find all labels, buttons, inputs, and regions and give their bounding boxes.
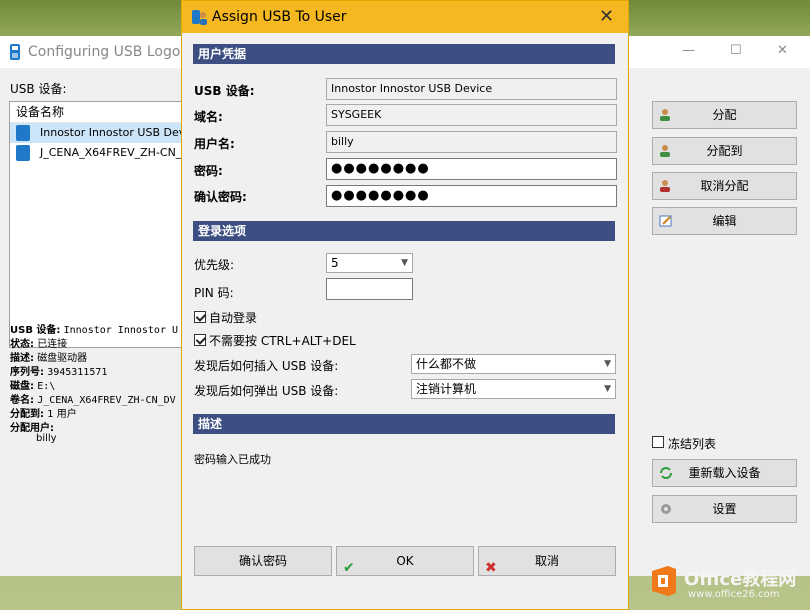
on-eject-select[interactable]: 注销计算机 ▼ [411, 379, 616, 399]
priority-select[interactable]: 5 ▼ [326, 253, 413, 273]
user-add-icon [660, 109, 670, 121]
refresh-icon [660, 467, 672, 479]
usb-device-icon [16, 145, 30, 161]
confirm-password-label: 确认密码: [194, 190, 247, 204]
assign-to-button[interactable]: 分配到 [652, 137, 797, 165]
usb-app-icon [10, 44, 20, 60]
username-label: 用户名: [194, 137, 235, 151]
watermark-url: www.office26.com [688, 589, 780, 600]
gear-icon [661, 504, 671, 514]
close-icon[interactable]: ✕ [777, 43, 788, 58]
chevron-down-icon: ▼ [604, 384, 611, 394]
description-text: 密码输入已成功 [194, 453, 271, 466]
device-row-innostor[interactable]: Innostor Innostor USB Device [10, 123, 185, 143]
priority-label: 优先级: [194, 258, 235, 272]
info-row: 分配到: 1 用户 [10, 409, 77, 420]
unassign-button[interactable]: 取消分配 [652, 172, 797, 200]
domain-field[interactable]: SYSGEEK [326, 104, 617, 126]
edit-button[interactable]: 编辑 [652, 207, 797, 235]
edit-icon [659, 215, 672, 227]
no-ctrl-alt-del-label: 不需要按 CTRL+ALT+DEL [209, 334, 356, 348]
description-section-header: 描述 [193, 414, 615, 434]
cancel-button[interactable]: ✖ 取消 [478, 546, 616, 576]
ok-button[interactable]: ✔ OK [336, 546, 474, 576]
on-eject-label: 发现后如何弹出 USB 设备: [194, 384, 339, 398]
info-row: 分配用户: [10, 423, 54, 434]
confirm-password-button[interactable]: 确认密码 [194, 546, 332, 576]
info-row: 状态: 已连接 [10, 339, 68, 350]
confirm-password-input[interactable]: ●●●●●●●● [326, 185, 617, 207]
no-ctrl-alt-del-checkbox[interactable] [194, 334, 206, 346]
freeze-list-checkbox[interactable] [652, 436, 664, 448]
usb-device-label: USB 设备: [194, 84, 255, 98]
device-name: J_CENA_X64FREV_ZH-CN_DV [40, 146, 186, 159]
minimize-icon[interactable]: — [682, 43, 695, 58]
auto-login-label: 自动登录 [209, 311, 258, 325]
dialog-titlebar[interactable]: Assign USB To User ✕ [182, 1, 628, 33]
x-icon: ✖ [485, 560, 497, 576]
login-options-section-header: 登录选项 [193, 221, 615, 241]
info-row: 磁盘: E:\ [10, 381, 56, 392]
bg-window-title: Configuring USB Logon S [28, 44, 203, 60]
list-header-device-name[interactable]: 设备名称 [10, 102, 185, 123]
pin-input[interactable] [326, 278, 413, 300]
password-input[interactable]: ●●●●●●●● [326, 158, 617, 180]
device-row-j-cena[interactable]: J_CENA_X64FREV_ZH-CN_DV [10, 143, 185, 163]
assigned-user-value: billy [36, 433, 57, 444]
dialog-title: Assign USB To User [212, 9, 347, 25]
device-list[interactable]: 设备名称 Innostor Innostor USB Device J_CENA… [9, 101, 186, 348]
check-icon: ✔ [343, 560, 355, 576]
assign-button[interactable]: 分配 [652, 101, 797, 129]
info-row: USB 设备: Innostor Innostor U [10, 325, 179, 336]
user-remove-icon [660, 180, 670, 192]
domain-label: 域名: [194, 110, 223, 124]
auto-login-checkbox[interactable] [194, 311, 206, 323]
credentials-section-header: 用户凭据 [193, 44, 615, 64]
on-insert-label: 发现后如何插入 USB 设备: [194, 359, 339, 373]
usb-device-field[interactable]: Innostor Innostor USB Device [326, 78, 617, 100]
freeze-list-label: 冻结列表 [668, 437, 717, 451]
chevron-down-icon: ▼ [604, 359, 611, 369]
device-name: Innostor Innostor USB Device [40, 126, 186, 139]
password-label: 密码: [194, 164, 223, 178]
user-assign-icon [660, 145, 670, 157]
usb-user-icon [192, 10, 207, 25]
info-row: 序列号: 3945311571 [10, 367, 108, 378]
assign-usb-dialog: Assign USB To User ✕ 用户凭据 USB 设备: Innost… [181, 0, 629, 610]
username-field[interactable]: billy [326, 131, 617, 153]
settings-button[interactable]: 设置 [652, 495, 797, 523]
chevron-down-icon: ▼ [401, 258, 408, 268]
watermark: Office教程网 www.office26.com [648, 565, 808, 605]
pin-label: PIN 码: [194, 286, 234, 300]
office-logo-icon [652, 566, 676, 596]
maximize-icon[interactable]: ☐ [730, 43, 742, 58]
usb-devices-label: USB 设备: [10, 82, 67, 96]
usb-device-icon [16, 125, 30, 141]
info-row: 卷名: J_CENA_X64FREV_ZH-CN_DV [10, 395, 176, 406]
watermark-brand: Office教程网 [684, 569, 797, 590]
info-row: 描述: 磁盘驱动器 [10, 353, 88, 364]
reload-devices-button[interactable]: 重新载入设备 [652, 459, 797, 487]
close-icon[interactable]: ✕ [599, 6, 614, 27]
on-insert-select[interactable]: 什么都不做 ▼ [411, 354, 616, 374]
